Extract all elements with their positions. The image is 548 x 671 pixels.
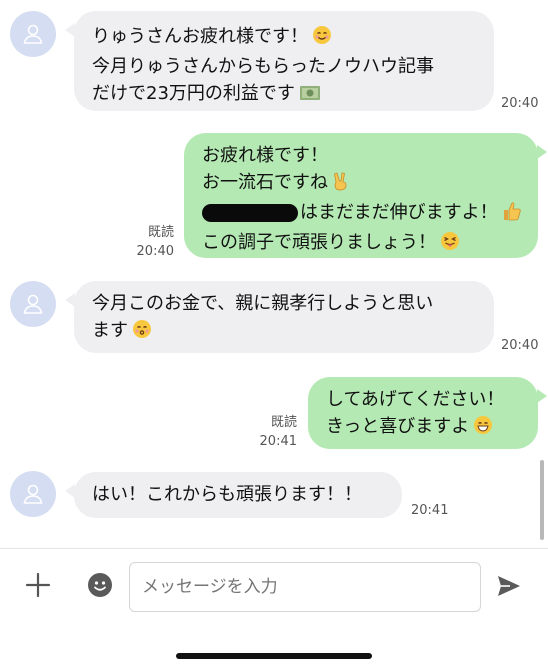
tongue-wink-emoji — [440, 231, 460, 259]
kissing-face-emoji — [132, 319, 152, 347]
message-input[interactable] — [129, 562, 481, 612]
add-button[interactable] — [25, 572, 51, 598]
default-avatar-icon — [23, 484, 43, 504]
message-time: 20:41 — [259, 434, 297, 449]
read-status: 既読 20:41 — [255, 413, 297, 451]
chat-area[interactable]: りゅうさんお疲れ様です！ 今月りゅうさんからもらったノウハウ記事 だけで23万円… — [0, 0, 548, 548]
money-emoji — [299, 83, 321, 110]
send-button[interactable] — [496, 574, 522, 598]
sticker-button[interactable] — [87, 572, 113, 598]
message-line: きっと喜びますよ — [326, 416, 470, 437]
user-avatar[interactable] — [10, 281, 56, 327]
message-line: お疲れ様です！ — [202, 145, 328, 166]
message-time: 20:40 — [501, 338, 539, 353]
message-time: 20:40 — [136, 244, 174, 259]
message-line: はまだまだ伸びますよ！ — [300, 202, 498, 223]
message-time: 20:41 — [411, 503, 449, 518]
read-label: 既読 — [270, 415, 297, 430]
message-line: 今月このお金で、親に親孝行しようと思い — [92, 293, 434, 314]
message-line: この調子で頑張りましょう！ — [202, 232, 436, 253]
message-line: はい！これからも頑張ります！！ — [92, 484, 362, 505]
home-indicator — [176, 653, 372, 659]
read-status: 既読 20:40 — [132, 223, 174, 261]
scrollbar[interactable] — [540, 460, 544, 540]
message-bubble-outgoing[interactable]: してあげてください！ きっと喜びますよ — [308, 377, 547, 449]
send-icon — [498, 576, 520, 596]
smiling-face-emoji — [312, 25, 332, 53]
grinning-face-emoji — [473, 415, 493, 443]
message-time: 20:40 — [501, 96, 539, 111]
default-avatar-icon — [23, 294, 43, 314]
user-avatar[interactable] — [10, 471, 56, 517]
message-line: してあげてください！ — [326, 389, 505, 410]
sticker-icon — [88, 573, 112, 597]
read-label: 既読 — [147, 225, 174, 240]
message-bubble-outgoing[interactable]: お疲れ様です！ お一流石ですね はまだまだ伸びますよ！ この調子で頑張りましょう… — [184, 133, 547, 259]
message-bubble-incoming[interactable]: 今月このお金で、親に親孝行しようと思い ます — [65, 281, 494, 353]
redacted-name — [202, 204, 298, 222]
message-line: ます — [92, 320, 128, 341]
default-avatar-icon — [23, 24, 43, 44]
message-line: りゅうさんお疲れ様です！ — [92, 26, 308, 47]
user-avatar[interactable] — [10, 11, 56, 57]
victory-hand-emoji — [332, 171, 350, 199]
message-bubble-incoming[interactable]: はい！これからも頑張ります！！ — [65, 472, 402, 518]
message-line: お一流石ですね — [202, 172, 328, 193]
plus-icon — [25, 572, 51, 598]
message-line: だけで23万円の利益です — [92, 83, 295, 104]
message-line: 今月りゅうさんからもらったノウハウ記事 — [92, 56, 434, 77]
thumbs-up-emoji — [502, 201, 522, 229]
message-bubble-incoming[interactable]: りゅうさんお疲れ様です！ 今月りゅうさんからもらったノウハウ記事 だけで23万円… — [65, 11, 494, 111]
